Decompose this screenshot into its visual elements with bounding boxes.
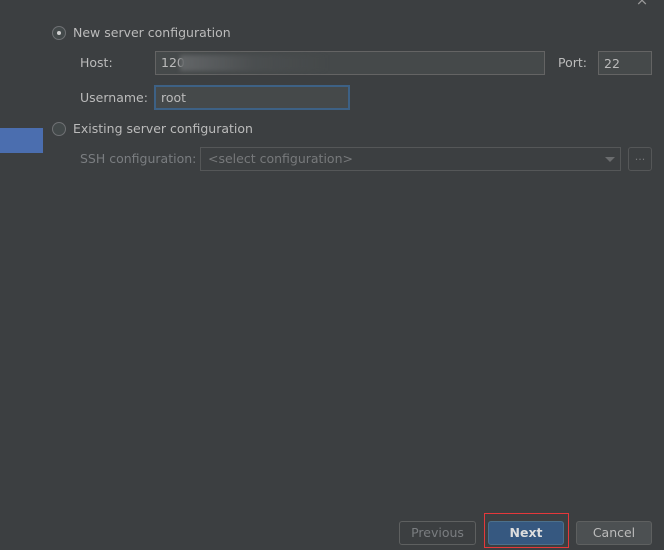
- new-server-radio-label[interactable]: New server configuration: [73, 25, 231, 40]
- username-input[interactable]: [154, 85, 350, 110]
- port-input[interactable]: [598, 51, 652, 75]
- next-button[interactable]: Next: [488, 521, 564, 545]
- existing-server-radio[interactable]: [52, 122, 66, 136]
- ssh-server-dialog: × New server configuration Host: 120 Por…: [0, 0, 664, 550]
- ssh-configuration-placeholder: <select configuration>: [208, 151, 353, 166]
- sidebar-selected-item[interactable]: [0, 128, 43, 153]
- username-label: Username:: [80, 90, 148, 105]
- close-icon[interactable]: ×: [634, 0, 650, 8]
- ssh-configuration-label: SSH configuration:: [80, 151, 197, 166]
- existing-server-radio-label[interactable]: Existing server configuration: [73, 121, 253, 136]
- host-label: Host:: [80, 55, 113, 70]
- chevron-down-icon: [605, 157, 615, 162]
- ssh-configuration-select[interactable]: <select configuration>: [200, 147, 621, 171]
- cancel-button[interactable]: Cancel: [576, 521, 652, 545]
- port-label: Port:: [558, 55, 587, 70]
- browse-configuration-button[interactable]: ...: [628, 147, 652, 171]
- previous-button[interactable]: Previous: [399, 521, 476, 545]
- new-server-radio[interactable]: [52, 26, 66, 40]
- host-redaction: [180, 55, 328, 71]
